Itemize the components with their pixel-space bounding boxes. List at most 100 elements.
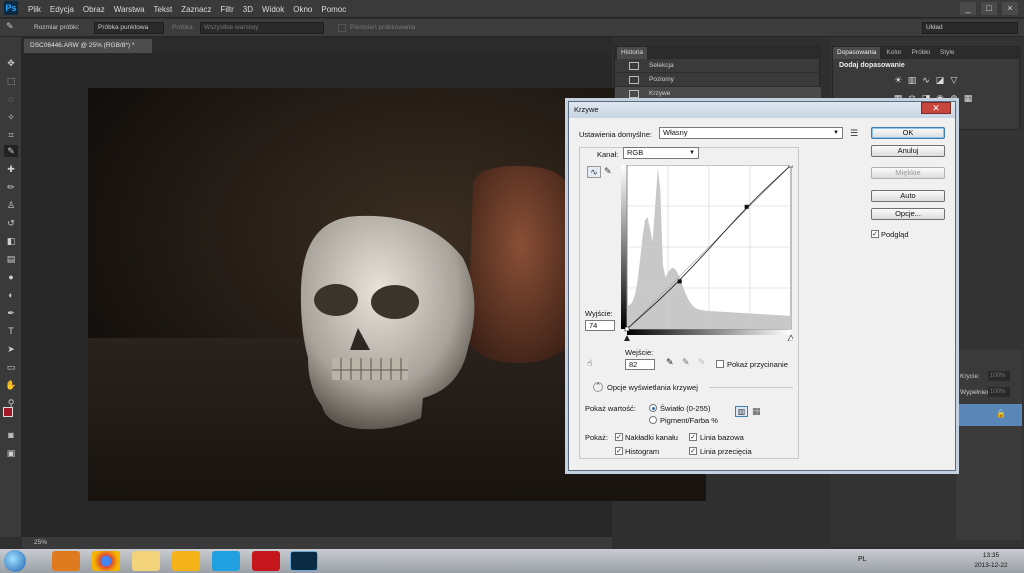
- curve-point[interactable]: [788, 165, 793, 168]
- zoom-level[interactable]: 25%: [34, 539, 47, 546]
- healing-brush-icon[interactable]: ✚: [4, 163, 18, 175]
- channel-select[interactable]: RGB ▼: [623, 147, 699, 159]
- cancel-button[interactable]: Anuluj: [871, 145, 945, 157]
- minimize-button[interactable]: _: [960, 2, 976, 15]
- vibrance-icon[interactable]: ▽: [949, 75, 959, 85]
- path-select-icon[interactable]: ➤: [4, 343, 18, 355]
- history-tab[interactable]: Historia: [617, 47, 648, 59]
- crop-tool-icon[interactable]: ⌗: [4, 129, 18, 141]
- acrobat-icon[interactable]: [252, 551, 280, 571]
- tab-swatches[interactable]: Próbki: [908, 47, 934, 59]
- media-player-icon[interactable]: [52, 551, 80, 571]
- preset-select[interactable]: Własny ▼: [659, 127, 843, 139]
- menu-item[interactable]: Zaznacz: [181, 5, 211, 14]
- curves-icon[interactable]: ∿: [921, 75, 931, 85]
- menu-item[interactable]: Filtr: [220, 5, 233, 14]
- curves-graph[interactable]: [621, 165, 793, 341]
- gradient-tool-icon[interactable]: ▤: [4, 253, 18, 265]
- explorer-icon[interactable]: [132, 551, 160, 571]
- eyedropper-tool-icon[interactable]: ✎: [4, 145, 18, 157]
- language-indicator[interactable]: PL: [858, 556, 867, 563]
- start-button[interactable]: [4, 550, 26, 572]
- color-lookup-icon[interactable]: ▦: [963, 93, 973, 103]
- gray-eyedropper-icon[interactable]: ✎: [682, 357, 690, 368]
- workspace-select[interactable]: Układ: [922, 22, 1018, 34]
- opacity-value[interactable]: 100%: [988, 371, 1010, 381]
- close-button[interactable]: ×: [1002, 2, 1018, 15]
- tab-adjustments[interactable]: Dopasowania: [833, 47, 881, 59]
- menu-item[interactable]: Pomoc: [321, 5, 346, 14]
- output-field[interactable]: 74: [585, 320, 615, 331]
- history-brush-icon[interactable]: ↺: [4, 217, 18, 229]
- marquee-tool-icon[interactable]: ⬚: [4, 75, 18, 87]
- history-item[interactable]: Selekcja: [615, 59, 821, 73]
- brightness-icon[interactable]: ☀: [893, 75, 903, 85]
- clock[interactable]: 13:35 2013-12-22: [962, 551, 1020, 573]
- pigment-radio[interactable]: [649, 416, 657, 424]
- sample-size-select[interactable]: Próbka punktowa: [94, 22, 164, 34]
- dodge-tool-icon[interactable]: ◐: [4, 289, 18, 301]
- menu-item[interactable]: Plik: [28, 5, 41, 14]
- dialog-close-button[interactable]: ✕: [921, 102, 951, 114]
- preset-options-icon[interactable]: ☰: [850, 128, 858, 139]
- sample-select[interactable]: Wszystkie warstwy: [200, 22, 324, 34]
- eyedropper-icon[interactable]: ✎: [6, 21, 14, 32]
- preview-checkbox[interactable]: ✓: [871, 230, 879, 238]
- shape-tool-icon[interactable]: ▭: [4, 361, 18, 373]
- selected-layer[interactable]: 🔒: [956, 404, 1022, 426]
- pen-tool-icon[interactable]: ✒: [4, 307, 18, 319]
- white-eyedropper-icon[interactable]: ✎: [698, 357, 706, 368]
- skype-icon[interactable]: [212, 551, 240, 571]
- menu-item[interactable]: Warstwa: [114, 5, 145, 14]
- tab-color[interactable]: Kolor: [882, 47, 905, 59]
- curve-display-options-label[interactable]: Opcje wyświetlania krzywej: [607, 383, 698, 392]
- grid-detailed-icon[interactable]: ▦: [752, 406, 761, 417]
- app-icon[interactable]: [172, 551, 200, 571]
- curve-point[interactable]: [677, 279, 682, 284]
- smooth-button[interactable]: Miękkie: [871, 167, 945, 179]
- menu-item[interactable]: Widok: [262, 5, 284, 14]
- pencil-icon[interactable]: ✎: [604, 166, 612, 177]
- histogram-checkbox[interactable]: ✓: [615, 447, 623, 455]
- fill-value[interactable]: 100%: [988, 387, 1010, 397]
- curve-edit-icon[interactable]: ∿: [587, 166, 601, 178]
- menu-item[interactable]: Obraz: [83, 5, 105, 14]
- quick-select-tool-icon[interactable]: ✧: [4, 111, 18, 123]
- ok-button[interactable]: OK: [871, 127, 945, 139]
- foreground-color-swatch[interactable]: [3, 407, 13, 417]
- type-tool-icon[interactable]: T: [4, 325, 18, 337]
- screen-mode-icon[interactable]: ▣: [4, 447, 18, 459]
- curve-point[interactable]: [624, 326, 630, 332]
- menu-item[interactable]: 3D: [243, 5, 253, 14]
- eraser-tool-icon[interactable]: ◧: [4, 235, 18, 247]
- clone-stamp-icon[interactable]: ♙: [4, 199, 18, 211]
- maximize-button[interactable]: □: [981, 2, 997, 15]
- exposure-icon[interactable]: ◪: [935, 75, 945, 85]
- quick-mask-icon[interactable]: ◙: [4, 429, 18, 441]
- light-radio[interactable]: [649, 404, 657, 412]
- move-tool-icon[interactable]: ✥: [4, 57, 18, 69]
- grid-simple-icon[interactable]: ▥: [735, 406, 748, 417]
- lasso-tool-icon[interactable]: ◌: [4, 93, 18, 105]
- brush-tool-icon[interactable]: ✏: [4, 181, 18, 193]
- show-ring-checkbox[interactable]: [338, 24, 346, 32]
- menu-item[interactable]: Tekst: [154, 5, 173, 14]
- menu-item[interactable]: Edycja: [50, 5, 74, 14]
- blur-tool-icon[interactable]: ●: [4, 271, 18, 283]
- menu-item[interactable]: Okno: [293, 5, 312, 14]
- tab-styles[interactable]: Style: [936, 47, 958, 59]
- target-adjust-icon[interactable]: ☝: [587, 358, 592, 369]
- show-clipping-checkbox[interactable]: [716, 360, 724, 368]
- intersection-line-checkbox[interactable]: ✓: [689, 447, 697, 455]
- black-eyedropper-icon[interactable]: ✎: [666, 357, 674, 368]
- history-item[interactable]: Poziomy: [615, 73, 821, 87]
- auto-button[interactable]: Auto: [871, 190, 945, 202]
- levels-icon[interactable]: ▥: [907, 75, 917, 85]
- chrome-icon[interactable]: [92, 551, 120, 571]
- hand-tool-icon[interactable]: ✋: [4, 379, 18, 391]
- document-tab[interactable]: DSC06446.ARW @ 25% (RGB/8*) *: [24, 39, 152, 53]
- history-item[interactable]: Krzywe: [615, 87, 821, 101]
- options-button[interactable]: Opcje...: [871, 208, 945, 220]
- input-field[interactable]: 82: [625, 359, 655, 370]
- channel-overlays-checkbox[interactable]: ✓: [615, 433, 623, 441]
